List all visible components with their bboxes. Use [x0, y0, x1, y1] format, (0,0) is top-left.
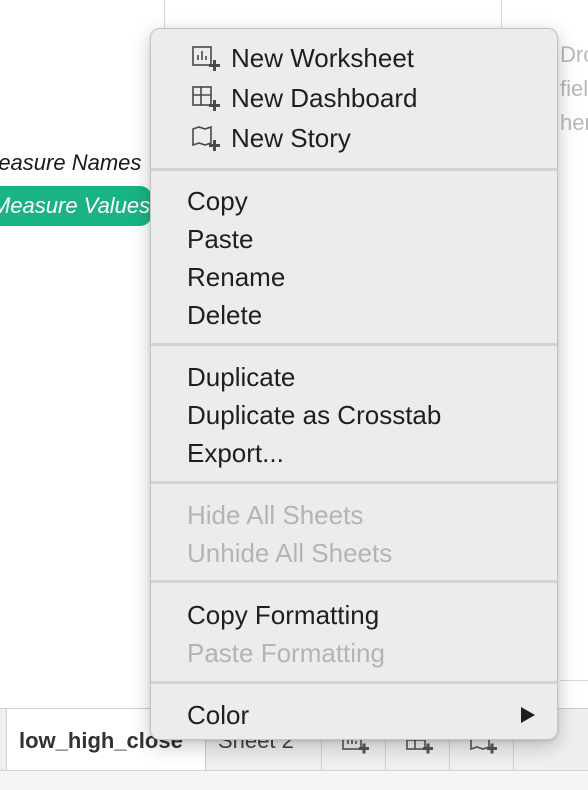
menu-separator: [151, 481, 557, 484]
sheet-tab-context-menu: New Worksheet New Dashboard New Story Co…: [150, 28, 558, 740]
menu-separator: [151, 343, 557, 346]
menu-item-copy-formatting[interactable]: Copy Formatting: [151, 596, 557, 634]
menu-item-label: New Story: [231, 123, 351, 153]
menu-item-new-worksheet[interactable]: New Worksheet: [151, 39, 557, 77]
menu-item-label: Color: [187, 700, 250, 730]
menu-separator: [151, 681, 557, 684]
menu-item-new-dashboard[interactable]: New Dashboard: [151, 79, 557, 117]
data-pane: Measure Names Measure Values: [0, 0, 165, 708]
menu-item-export[interactable]: Export...: [151, 434, 557, 472]
menu-item-hide-all-sheets: Hide All Sheets: [187, 500, 364, 530]
new-dashboard-icon: [192, 86, 220, 111]
new-story-icon: [192, 125, 220, 151]
menu-item-duplicate[interactable]: Duplicate: [151, 358, 557, 396]
worksheet-hint-line: fields: [560, 76, 588, 101]
menu-item-delete[interactable]: Delete: [151, 296, 557, 334]
worksheet-hint-line: here: [560, 110, 588, 135]
menu-item-label: New Dashboard: [231, 83, 418, 113]
menu-item-color[interactable]: Color: [151, 696, 557, 734]
field-measure-names[interactable]: Measure Names: [0, 150, 141, 176]
menu-separator: [151, 580, 557, 583]
status-bar: [0, 770, 588, 790]
divider: [560, 680, 588, 681]
menu-separator: [151, 168, 557, 171]
menu-item-duplicate-as-crosstab[interactable]: Duplicate as Crosstab: [151, 396, 557, 434]
field-measure-values[interactable]: Measure Values: [0, 186, 152, 226]
menu-item-label: New Worksheet: [231, 43, 415, 73]
menu-item-new-story[interactable]: New Story: [151, 119, 557, 157]
new-worksheet-icon: [192, 46, 220, 71]
menu-item-paste[interactable]: Paste: [151, 220, 557, 258]
menu-item-copy[interactable]: Copy: [151, 182, 557, 220]
worksheet-hint-line: Drop: [560, 42, 588, 67]
tableau-workspace: Measure Names Measure Values Drop fields…: [0, 0, 588, 790]
menu-item-unhide-all-sheets: Unhide All Sheets: [187, 538, 393, 568]
chevron-right-icon: [521, 707, 535, 723]
menu-item-paste-formatting: Paste Formatting: [187, 638, 385, 668]
worksheet-shelf: [164, 0, 502, 30]
menu-item-rename[interactable]: Rename: [151, 258, 557, 296]
